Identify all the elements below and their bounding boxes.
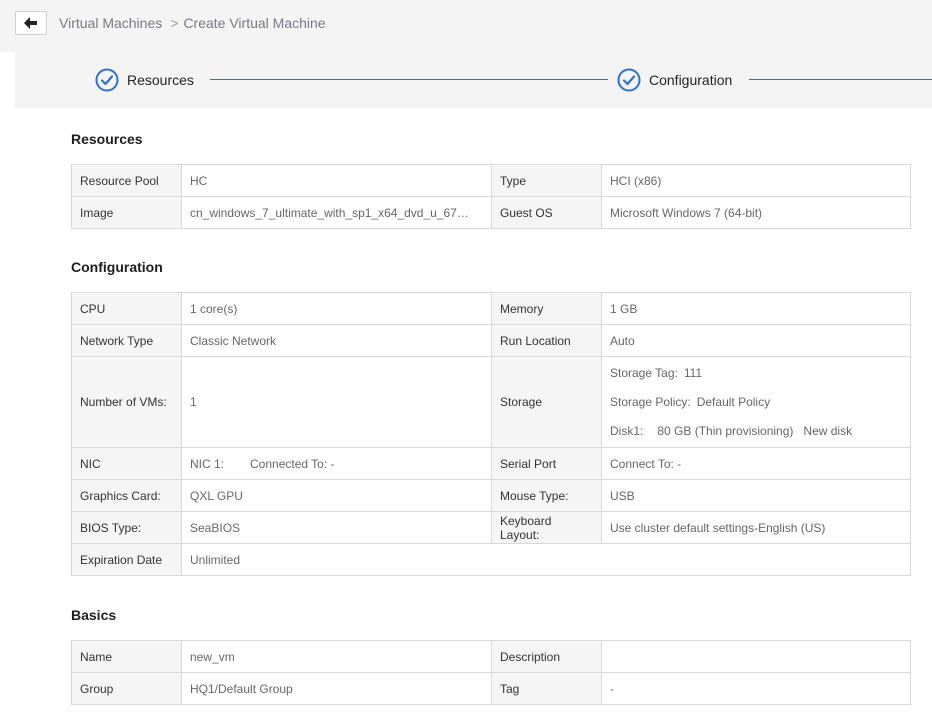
nic-label: NIC 1: [190, 456, 225, 471]
field-value: HQ1/Default Group [181, 672, 492, 705]
basics-table: Name new_vm Description Group HQ1/Defaul… [71, 640, 911, 705]
field-label: Serial Port [491, 447, 602, 480]
field-value: HC [181, 164, 492, 197]
field-label: Type [491, 164, 602, 197]
field-label: Guest OS [491, 196, 602, 229]
step-resources[interactable]: Resources [95, 68, 194, 92]
field-label: Description [491, 640, 602, 673]
breadcrumb: Virtual Machines > Create Virtual Machine [59, 15, 326, 31]
field-value [601, 640, 911, 673]
field-label: Memory [491, 292, 602, 325]
table-row: Image cn_windows_7_ultimate_with_sp1_x64… [71, 196, 911, 229]
table-row: Network Type Classic Network Run Locatio… [71, 324, 911, 357]
field-value: Connect To: - [601, 447, 911, 480]
step-indicator: Resources Configuration [15, 52, 932, 108]
table-row: Graphics Card: QXL GPU Mouse Type: USB [71, 479, 911, 512]
table-row: Expiration Date Unlimited [71, 543, 911, 576]
field-value: 1 GB [601, 292, 911, 325]
field-value: SeaBIOS [181, 511, 492, 544]
field-label: Graphics Card: [71, 479, 182, 512]
field-label: Network Type [71, 324, 182, 357]
nic-value: NIC 1: Connected To: - [181, 447, 492, 480]
section-title-configuration: Configuration [71, 259, 163, 275]
field-label: CPU [71, 292, 182, 325]
table-row: Number of VMs: 1 Storage Storage Tag: 111… [71, 356, 911, 448]
configuration-table: CPU 1 core(s) Memory 1 GB Network Type C… [71, 292, 911, 576]
storage-policy-value: Default Policy [696, 394, 771, 409]
storage-tag-value: 111 [683, 365, 703, 380]
disk-size: 80 GB (Thin provisioning) [657, 423, 794, 438]
field-label: Number of VMs: [71, 356, 182, 448]
breadcrumb-separator: > [170, 15, 179, 31]
table-row: Group HQ1/Default Group Tag - [71, 672, 911, 705]
resources-table: Resource Pool HC Type HCI (x86) Image cn… [71, 164, 911, 229]
field-value: cn_windows_7_ultimate_with_sp1_x64_dvd_u… [181, 196, 492, 229]
step-configuration[interactable]: Configuration [617, 68, 732, 92]
storage-disk: Disk1: 80 GB (Thin provisioning) New disk [610, 417, 902, 446]
arrow-left-icon [24, 17, 37, 29]
check-circle-icon [617, 68, 641, 92]
storage-tag-label: Storage Tag: [610, 365, 678, 380]
table-row: Name new_vm Description [71, 640, 911, 673]
field-value: - [601, 672, 911, 705]
field-value: new_vm [181, 640, 492, 673]
nic-connected-value: - [330, 456, 335, 471]
field-value: Auto [601, 324, 911, 357]
field-label: Resource Pool [71, 164, 182, 197]
field-value: QXL GPU [181, 479, 492, 512]
field-value: Microsoft Windows 7 (64-bit) [601, 196, 911, 229]
top-bar: Virtual Machines > Create Virtual Machine [0, 0, 932, 52]
field-value: Classic Network [181, 324, 492, 357]
storage-policy: Storage Policy: Default Policy [610, 388, 902, 417]
step-label: Resources [127, 72, 194, 88]
field-label: Run Location [491, 324, 602, 357]
field-label: Storage [491, 356, 602, 448]
field-label: Expiration Date [71, 543, 182, 576]
field-label: NIC [71, 447, 182, 480]
field-value: USB [601, 479, 911, 512]
table-row: NIC NIC 1: Connected To: - Serial Port Co… [71, 447, 911, 480]
step-connector [749, 79, 932, 80]
check-circle-icon [95, 68, 119, 92]
field-label: Name [71, 640, 182, 673]
disk-type: New disk [803, 423, 853, 438]
step-label: Configuration [649, 72, 733, 88]
field-label: Tag [491, 672, 602, 705]
breadcrumb-current: Create Virtual Machine [183, 15, 326, 31]
field-value: HCI (x86) [601, 164, 911, 197]
storage-details: Storage Tag: 111 Storage Policy: Default P… [601, 356, 911, 448]
field-value: 1 [181, 356, 492, 448]
field-value: Use cluster default settings-English (US… [601, 511, 911, 544]
section-title-resources: Resources [71, 131, 143, 147]
field-value: 1 core(s) [181, 292, 492, 325]
storage-policy-label: Storage Policy: [610, 394, 691, 409]
table-row: Resource Pool HC Type HCI (x86) [71, 164, 911, 197]
field-label: Keyboard Layout: [491, 511, 602, 544]
field-label: BIOS Type: [71, 511, 182, 544]
storage-tag: Storage Tag: 111 [610, 359, 902, 388]
field-label: Mouse Type: [491, 479, 602, 512]
field-value: Unlimited [181, 543, 911, 576]
step-connector [210, 79, 608, 80]
disk-label: Disk1: [610, 423, 644, 438]
back-button[interactable] [15, 11, 47, 35]
table-row: CPU 1 core(s) Memory 1 GB [71, 292, 911, 325]
breadcrumb-parent-link[interactable]: Virtual Machines [59, 15, 162, 31]
field-label: Image [71, 196, 182, 229]
field-label: Group [71, 672, 182, 705]
nic-connected-label: Connected To: [250, 456, 328, 471]
section-title-basics: Basics [71, 607, 117, 623]
table-row: BIOS Type: SeaBIOS Keyboard Layout: Use … [71, 511, 911, 544]
